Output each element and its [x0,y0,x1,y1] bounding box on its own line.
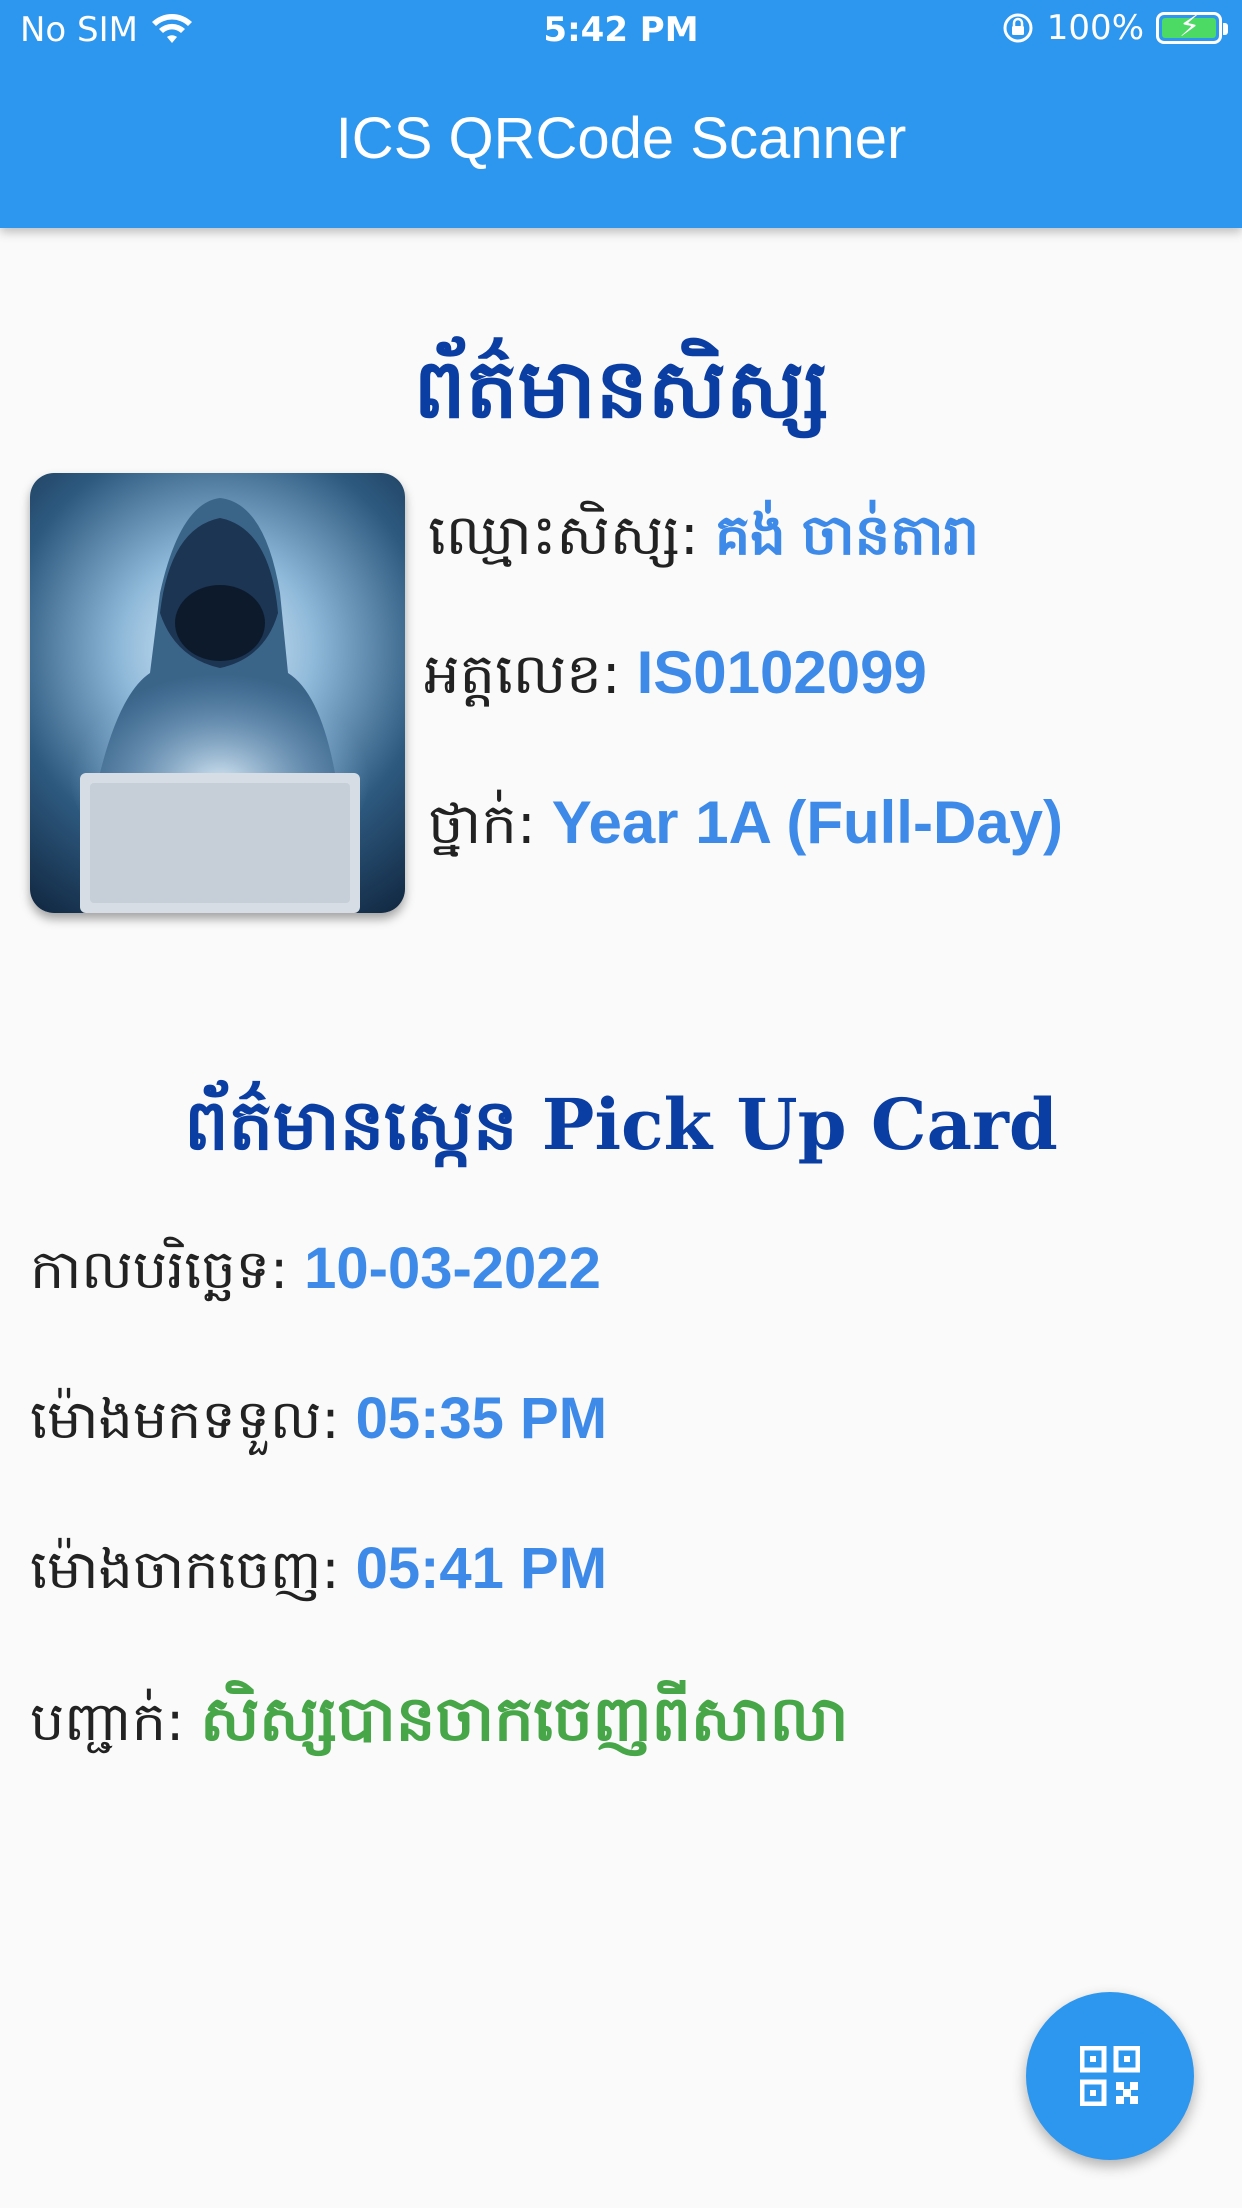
departure-time-value: 05:41 PM [355,1536,608,1601]
status-right-group: 100% ⚡ [1001,8,1228,48]
battery-percent: 100% [1046,8,1144,48]
screen: No SIM 5:42 PM 100% ⚡ ICS QRCode Scanner… [0,0,1242,2208]
arrival-time-row: ម៉ោងមកទទួល: 05:35 PM [30,1385,607,1465]
orientation-lock-icon [1003,13,1033,43]
arrival-time-label: ម៉ោងមកទទួល: [30,1388,340,1451]
app-title: ICS QRCode Scanner [335,106,907,171]
status-bar: No SIM 5:42 PM 100% ⚡ [0,0,1242,62]
scan-date-label: កាលបរិច្ឆេទ: [30,1238,289,1301]
student-grade-label: ថ្នាក់: [428,792,536,857]
confirmation-status: សិស្សបានចាកចេញពីសាលា [200,1685,849,1754]
student-name-row: ឈ្មោះសិស្ស: គង់ ចាន់តារា [428,500,979,582]
departure-time-label: ម៉ោងចាកចេញ: [30,1538,340,1601]
arrival-time-value: 05:35 PM [355,1386,608,1451]
app-header: No SIM 5:42 PM 100% ⚡ ICS QRCode Scanner [0,0,1242,228]
student-grade-value: Year 1A (Full-Day) [551,789,1063,856]
departure-time-row: ម៉ោងចាកចេញ: 05:41 PM [30,1535,607,1615]
student-grade-row: ថ្នាក់: Year 1A (Full-Day) [428,788,1063,871]
confirmation-row: បញ្ជាក់: សិស្សបានចាកចេញពីសាលា [30,1680,848,1771]
scan-date-value: 10-03-2022 [304,1236,601,1301]
student-id-value: IS0102099 [636,639,927,706]
scan-date-row: កាលបរិច្ឆេទ: 10-03-2022 [30,1235,601,1315]
student-id-label: អត្តលេខ: [424,642,621,707]
student-id-row: អត្តលេខ: IS0102099 [424,638,927,721]
student-name-label: ឈ្មោះសិស្ស: [428,503,699,568]
battery-charging-icon: ⚡ [1156,9,1228,44]
scan-qr-button[interactable] [1026,1992,1194,2160]
pickup-info-title: ព័ត៌មានស្កេន Pick Up Card [184,1083,1058,1166]
student-name-value: គង់ ចាន់តារា [714,503,980,566]
qr-code-icon [1080,2046,1140,2106]
student-info-title: ព័ត៌មានសិស្ស [413,341,829,437]
student-photo [30,473,405,913]
confirmation-label: បញ្ជាក់: [30,1690,185,1753]
